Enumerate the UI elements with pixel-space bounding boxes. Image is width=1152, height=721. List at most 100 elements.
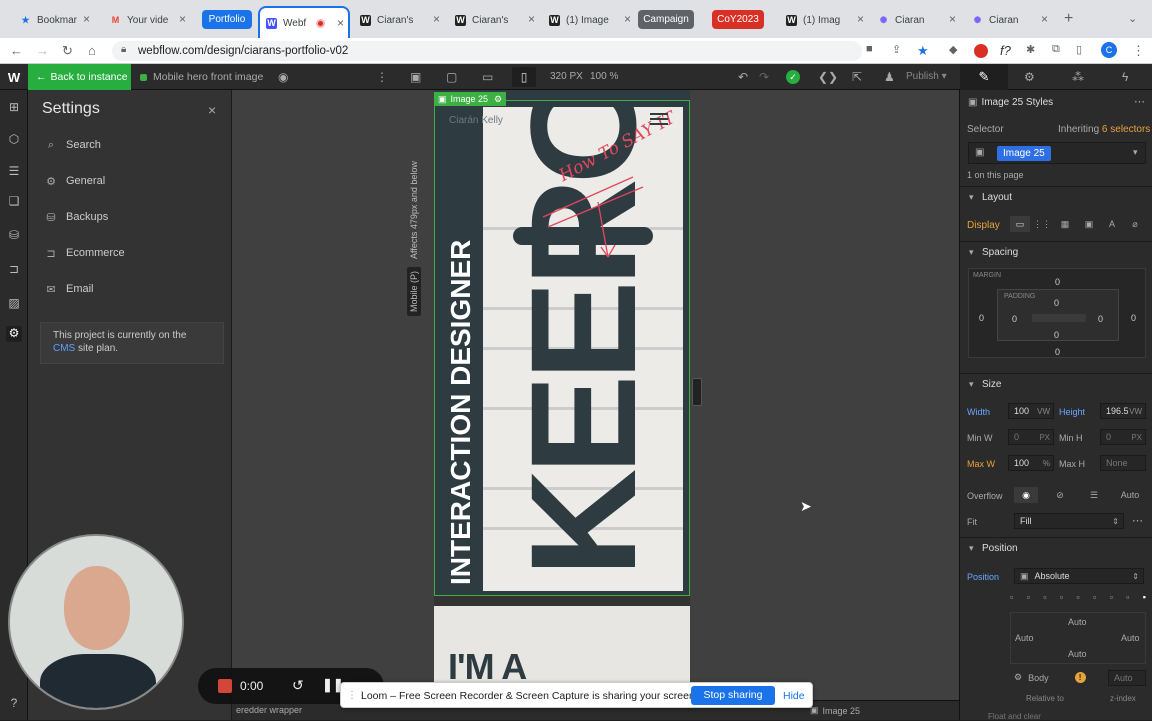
margin-top[interactable]: 0	[1055, 277, 1060, 287]
section-size[interactable]: Size	[960, 373, 1152, 395]
offset-bottom[interactable]: Auto	[1068, 649, 1087, 659]
design-canvas[interactable]: Mobile (P) Affects 479px and below KEERO…	[232, 90, 959, 720]
more-options-icon[interactable]: ⋯	[1132, 514, 1143, 527]
position-presets[interactable]: ▫ ▫ ▫ ▫ ▫ ▫ ▫ ▫ ▪	[1010, 592, 1146, 604]
close-tab-icon[interactable]: ×	[337, 16, 344, 30]
settings-gear-icon[interactable]: ⚙	[6, 326, 22, 342]
forward-icon[interactable]: →	[36, 43, 49, 58]
element-gear-icon[interactable]: ⚙	[494, 94, 502, 105]
bookmark-star-icon[interactable]: ★	[917, 43, 929, 59]
back-icon[interactable]: ←	[10, 43, 23, 58]
display-inline-icon[interactable]: A	[1102, 216, 1122, 232]
ecommerce-icon[interactable]: ⊐	[6, 262, 22, 278]
relative-to-field[interactable]: ⚙ Body !	[1014, 672, 1086, 683]
padding-top[interactable]: 0	[1054, 298, 1059, 308]
camera-icon[interactable]: ■	[866, 43, 873, 55]
extension-icon[interactable]: ◆	[949, 43, 957, 56]
settings-item-search[interactable]: ⌕ Search	[34, 130, 232, 160]
cms-icon[interactable]: ⛁	[6, 228, 22, 244]
code-icon[interactable]: ❮❯	[818, 70, 838, 84]
chevron-down-icon[interactable]: ▾	[1133, 147, 1138, 158]
breadcrumb-item[interactable]: eredder wrapper	[236, 705, 302, 715]
display-inline-block-icon[interactable]: ▣	[1079, 216, 1099, 232]
z-index-input[interactable]: Auto	[1108, 670, 1146, 686]
new-tab-icon[interactable]: +	[1064, 10, 1073, 28]
close-tab-icon[interactable]: ×	[433, 12, 440, 26]
share-icon[interactable]: ⇪	[892, 43, 901, 56]
close-tab-icon[interactable]: ×	[949, 12, 956, 26]
section-layout[interactable]: Layout	[960, 186, 1152, 208]
webcam-bubble[interactable]	[8, 534, 184, 710]
tablet-breakpoint-icon[interactable]: ▢	[446, 70, 457, 84]
stop-recording-icon[interactable]	[218, 679, 232, 693]
stop-sharing-button[interactable]: Stop sharing	[691, 686, 775, 705]
symbols-icon[interactable]: ⬡	[6, 132, 22, 148]
settings-item-general[interactable]: ⚙ General	[34, 166, 232, 196]
browser-tab[interactable]: W (1) Image ×	[543, 8, 635, 32]
browser-tab-active[interactable]: W Webf ×	[258, 6, 350, 38]
settings-item-backups[interactable]: ⛁ Backups	[34, 202, 232, 232]
puzzle-icon[interactable]: ⧉	[1052, 43, 1060, 56]
preview-eye-icon[interactable]: ◉	[278, 70, 288, 84]
more-dots-icon[interactable]: ⋮	[376, 70, 388, 84]
extension-icon[interactable]: ✱	[1026, 43, 1035, 56]
interactions-bolt-icon[interactable]: ϟ	[1122, 70, 1128, 84]
hero-image[interactable]: KEERON How To SAY IT INTERACTION DESIGNE…	[434, 100, 690, 596]
height-input[interactable]: 196.5 VW	[1100, 403, 1146, 419]
close-tab-icon[interactable]: ×	[83, 12, 90, 26]
section-spacing[interactable]: Spacing	[960, 241, 1152, 263]
abp-extension-icon[interactable]	[974, 44, 988, 58]
fit-select[interactable]: Fill ⇕	[1014, 513, 1124, 529]
offset-top[interactable]: Auto	[1068, 617, 1087, 627]
hamburger-menu-icon[interactable]	[650, 113, 668, 127]
sidepanel-icon[interactable]: ▯	[1076, 43, 1082, 56]
position-offsets-box[interactable]: Auto Auto Auto Auto	[1010, 612, 1146, 664]
navigator-icon[interactable]: ☰	[6, 164, 22, 180]
overflow-hidden-icon[interactable]: ⊘	[1048, 487, 1072, 503]
breadcrumb-current[interactable]: ▣ Image 25	[810, 705, 860, 716]
page-selector[interactable]: Mobile hero front image	[140, 71, 263, 83]
offset-right[interactable]: Auto	[1121, 633, 1140, 643]
back-to-instance-button[interactable]: ← Back to instance	[28, 64, 131, 90]
tab-group-coy2023[interactable]: CoY2023	[712, 10, 764, 29]
tab-search-icon[interactable]: ⌄	[1128, 12, 1137, 25]
add-elements-icon[interactable]: ⊞	[6, 100, 22, 116]
padding-left[interactable]: 0	[1012, 314, 1017, 324]
page-frame[interactable]: KEERON How To SAY IT INTERACTION DESIGNE…	[434, 90, 690, 720]
close-tab-icon[interactable]: ×	[528, 12, 535, 26]
assets-icon[interactable]: ▨	[6, 296, 22, 312]
browser-tab[interactable]: W Ciaran's ×	[354, 8, 444, 32]
margin-bottom[interactable]: 0	[1055, 347, 1060, 357]
formula-extension-icon[interactable]: f?	[1000, 43, 1011, 58]
settings-item-ecommerce[interactable]: ⊐ Ecommerce	[34, 238, 232, 268]
resize-handle[interactable]	[692, 378, 702, 406]
selector-chip[interactable]: Image 25	[997, 146, 1051, 161]
overflow-visible-eye-icon[interactable]: ◉	[1014, 487, 1038, 503]
selector-field[interactable]: ▣ Image 25 ▾	[968, 142, 1146, 164]
margin-left[interactable]: 0	[979, 313, 984, 323]
home-icon[interactable]: ⌂	[88, 43, 96, 58]
pages-icon[interactable]: ❏	[6, 194, 22, 210]
close-panel-icon[interactable]: ×	[208, 102, 216, 118]
browser-tab[interactable]: M Your vide ×	[104, 8, 190, 32]
style-manager-drops-icon[interactable]: ⁂	[1072, 70, 1084, 84]
element-settings-gear-icon[interactable]: ⚙	[1024, 70, 1035, 84]
browser-tab[interactable]: W (1) Imag ×	[780, 8, 868, 32]
mobile-portrait-icon[interactable]: ▯	[512, 67, 536, 87]
reload-icon[interactable]: ↻	[62, 43, 73, 59]
undo-icon[interactable]: ↶	[738, 70, 748, 84]
person-icon[interactable]: ♟	[884, 70, 895, 84]
min-height-input[interactable]: 0 PX	[1100, 429, 1146, 445]
overflow-scroll-icon[interactable]: ☰	[1082, 487, 1106, 503]
offset-left[interactable]: Auto	[1015, 633, 1034, 643]
hide-button[interactable]: Hide	[783, 690, 805, 702]
overflow-auto-option[interactable]: Auto	[1116, 487, 1144, 503]
url-field[interactable]: 🔒︎ webflow.com/design/ciarans-portfolio-…	[112, 41, 862, 61]
display-flex-icon[interactable]: ⋮⋮	[1032, 216, 1052, 232]
tab-group-portfolio[interactable]: Portfolio	[202, 10, 252, 29]
close-tab-icon[interactable]: ×	[624, 12, 631, 26]
desktop-breakpoint-icon[interactable]: ▣	[410, 70, 421, 84]
more-options-icon[interactable]: ⋯	[1134, 95, 1145, 108]
margin-right[interactable]: 0	[1131, 313, 1136, 323]
browser-tab[interactable]: ✺ Ciaran ×	[872, 8, 960, 32]
